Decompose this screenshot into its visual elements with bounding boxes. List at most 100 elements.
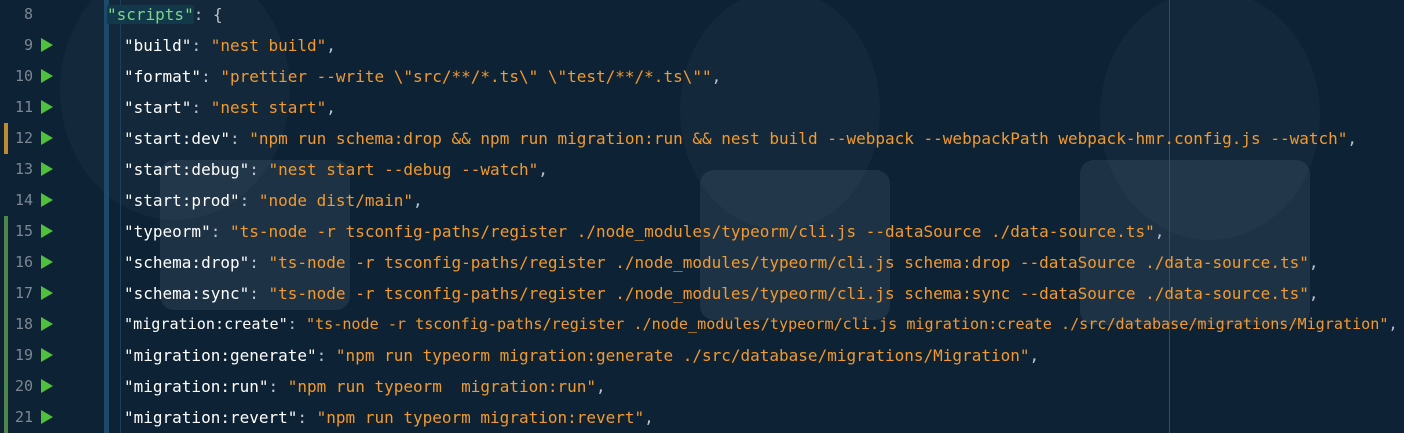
punctuation: , bbox=[412, 191, 423, 210]
line-number: 15 bbox=[14, 222, 33, 240]
code-text: "migration:create": "ts-node -r tsconfig… bbox=[124, 309, 1398, 340]
punctuation: , bbox=[1347, 129, 1358, 148]
punctuation: : bbox=[297, 408, 317, 427]
punctuation: , bbox=[596, 377, 606, 396]
line-number: 11 bbox=[14, 98, 33, 116]
line-number: 9 bbox=[23, 36, 33, 54]
run-script-icon[interactable] bbox=[41, 131, 53, 145]
line-number: 21 bbox=[14, 408, 33, 426]
code-line[interactable]: 13 "start:debug": "nest start --debug --w… bbox=[0, 154, 1404, 185]
line-number: 12 bbox=[14, 129, 33, 147]
line-number: 20 bbox=[14, 377, 33, 395]
line-number: 17 bbox=[14, 284, 33, 302]
punctuation: : bbox=[239, 191, 259, 210]
code-line[interactable]: 14 "start:prod": "node dist/main", bbox=[0, 185, 1404, 216]
code-line[interactable]: 20 "migration:run": "npm run typeorm migr… bbox=[0, 371, 1404, 402]
json-string-value: "nest start --debug --watch" bbox=[268, 160, 539, 179]
code-text: "start:dev": "npm run schema:drop && npm… bbox=[124, 123, 1357, 154]
json-string-value: "npm run typeorm migration:generate ./sr… bbox=[335, 346, 1030, 365]
json-key: "schema:sync" bbox=[124, 284, 250, 303]
punctuation: : bbox=[201, 67, 221, 86]
punctuation: , bbox=[1029, 346, 1040, 365]
json-key: "start:prod" bbox=[124, 191, 240, 210]
code-text: "migration:generate": "npm run typeorm m… bbox=[124, 340, 1039, 371]
code-text: "schema:drop": "ts-node -r tsconfig-path… bbox=[124, 247, 1318, 278]
line-number: 18 bbox=[14, 315, 33, 333]
punctuation: : bbox=[210, 222, 230, 241]
line-number: 16 bbox=[14, 253, 33, 271]
punctuation: : bbox=[268, 377, 288, 396]
json-key: "migration:revert" bbox=[124, 408, 298, 427]
punctuation: : bbox=[191, 98, 211, 117]
punctuation: , bbox=[644, 408, 654, 427]
run-script-icon[interactable] bbox=[41, 69, 53, 83]
line-number: 14 bbox=[14, 191, 33, 209]
code-line[interactable]: 19 "migration:generate": "npm run typeorm… bbox=[0, 340, 1404, 371]
json-string-value: "ts-node -r tsconfig-paths/register ./no… bbox=[229, 222, 1155, 241]
line-number: 10 bbox=[14, 67, 33, 85]
json-key: "typeorm" bbox=[124, 222, 211, 241]
punctuation: : bbox=[191, 36, 211, 55]
run-script-icon[interactable] bbox=[41, 348, 53, 362]
json-string-value: "ts-node -r tsconfig-paths/register ./no… bbox=[268, 253, 1309, 272]
punctuation: , bbox=[1154, 222, 1165, 241]
punctuation: , bbox=[1308, 253, 1319, 272]
code-text: "migration:revert": "npm run typeorm mig… bbox=[124, 402, 654, 433]
json-string-value: "ts-node -r tsconfig-paths/register ./no… bbox=[268, 284, 1309, 303]
code-text: "start:debug": "nest start --debug --wat… bbox=[124, 154, 548, 185]
run-script-icon[interactable] bbox=[41, 379, 53, 393]
punctuation: : bbox=[229, 129, 250, 148]
code-line[interactable]: 16 "schema:drop": "ts-node -r tsconfig-pa… bbox=[0, 247, 1404, 278]
run-script-icon[interactable] bbox=[41, 224, 53, 238]
code-editor[interactable]: 8 "scripts": { 9 "build": "nest build", 10 "f… bbox=[0, 0, 1404, 433]
punctuation: , bbox=[711, 67, 722, 86]
json-key: "schema:drop" bbox=[124, 253, 250, 272]
code-text: "format": "prettier --write \"src/**/*.t… bbox=[124, 61, 721, 92]
run-script-icon[interactable] bbox=[41, 193, 53, 207]
json-key: "start:dev" bbox=[124, 129, 230, 148]
code-text: "schema:sync": "ts-node -r tsconfig-path… bbox=[124, 278, 1318, 309]
run-script-icon[interactable] bbox=[41, 410, 53, 424]
json-key: "migration:generate" bbox=[124, 346, 317, 365]
code-text: "scripts": { bbox=[107, 0, 223, 30]
json-string-value: "nest build" bbox=[210, 36, 327, 55]
json-string-value: "npm run typeorm migration:revert" bbox=[316, 408, 645, 427]
code-line[interactable]: 11 "start": "nest start", bbox=[0, 92, 1404, 123]
punctuation: : { bbox=[193, 5, 223, 24]
code-text: "start": "nest start", bbox=[124, 92, 336, 123]
punctuation: , bbox=[326, 98, 336, 117]
json-key: "scripts" bbox=[107, 5, 194, 24]
code-line[interactable]: 18 "migration:create": "ts-node -r tsconf… bbox=[0, 309, 1404, 340]
code-line[interactable]: 9 "build": "nest build", bbox=[0, 30, 1404, 61]
json-string-value: "node dist/main" bbox=[258, 191, 413, 210]
punctuation: , bbox=[1308, 284, 1319, 303]
json-string-value: "npm run schema:drop && npm run migratio… bbox=[249, 129, 1348, 148]
punctuation: , bbox=[326, 36, 336, 55]
json-string-value: "nest start" bbox=[210, 98, 327, 117]
run-script-icon[interactable] bbox=[41, 286, 53, 300]
line-number: 13 bbox=[14, 160, 33, 178]
punctuation: , bbox=[538, 160, 548, 179]
run-script-icon[interactable] bbox=[41, 38, 53, 52]
json-key: "format" bbox=[124, 67, 202, 86]
line-number: 19 bbox=[14, 346, 33, 364]
code-line[interactable]: 8 "scripts": { bbox=[0, 0, 1404, 30]
json-key: "build" bbox=[124, 36, 192, 55]
code-text: "typeorm": "ts-node -r tsconfig-paths/re… bbox=[124, 216, 1164, 247]
code-line[interactable]: 12 "start:dev": "npm run schema:drop && n… bbox=[0, 123, 1404, 154]
json-string-value: "prettier --write \"src/**/*.ts\" \"test… bbox=[220, 67, 712, 86]
code-line[interactable]: 10 "format": "prettier --write \"src/**/*… bbox=[0, 61, 1404, 92]
run-script-icon[interactable] bbox=[41, 162, 53, 176]
code-text: "migration:run": "npm run typeorm migrat… bbox=[124, 371, 606, 402]
code-line[interactable]: 21 "migration:revert": "npm run typeorm m… bbox=[0, 402, 1404, 433]
run-script-icon[interactable] bbox=[41, 317, 53, 331]
line-number: 8 bbox=[23, 5, 33, 23]
run-script-icon[interactable] bbox=[41, 100, 53, 114]
punctuation: : bbox=[249, 160, 269, 179]
run-script-icon[interactable] bbox=[41, 255, 53, 269]
code-text: "start:prod": "node dist/main", bbox=[124, 185, 423, 216]
punctuation: : bbox=[249, 253, 269, 272]
code-line[interactable]: 15 "typeorm": "ts-node -r tsconfig-paths/… bbox=[0, 216, 1404, 247]
code-line[interactable]: 17 "schema:sync": "ts-node -r tsconfig-pa… bbox=[0, 278, 1404, 309]
json-key: "start" bbox=[124, 98, 192, 117]
